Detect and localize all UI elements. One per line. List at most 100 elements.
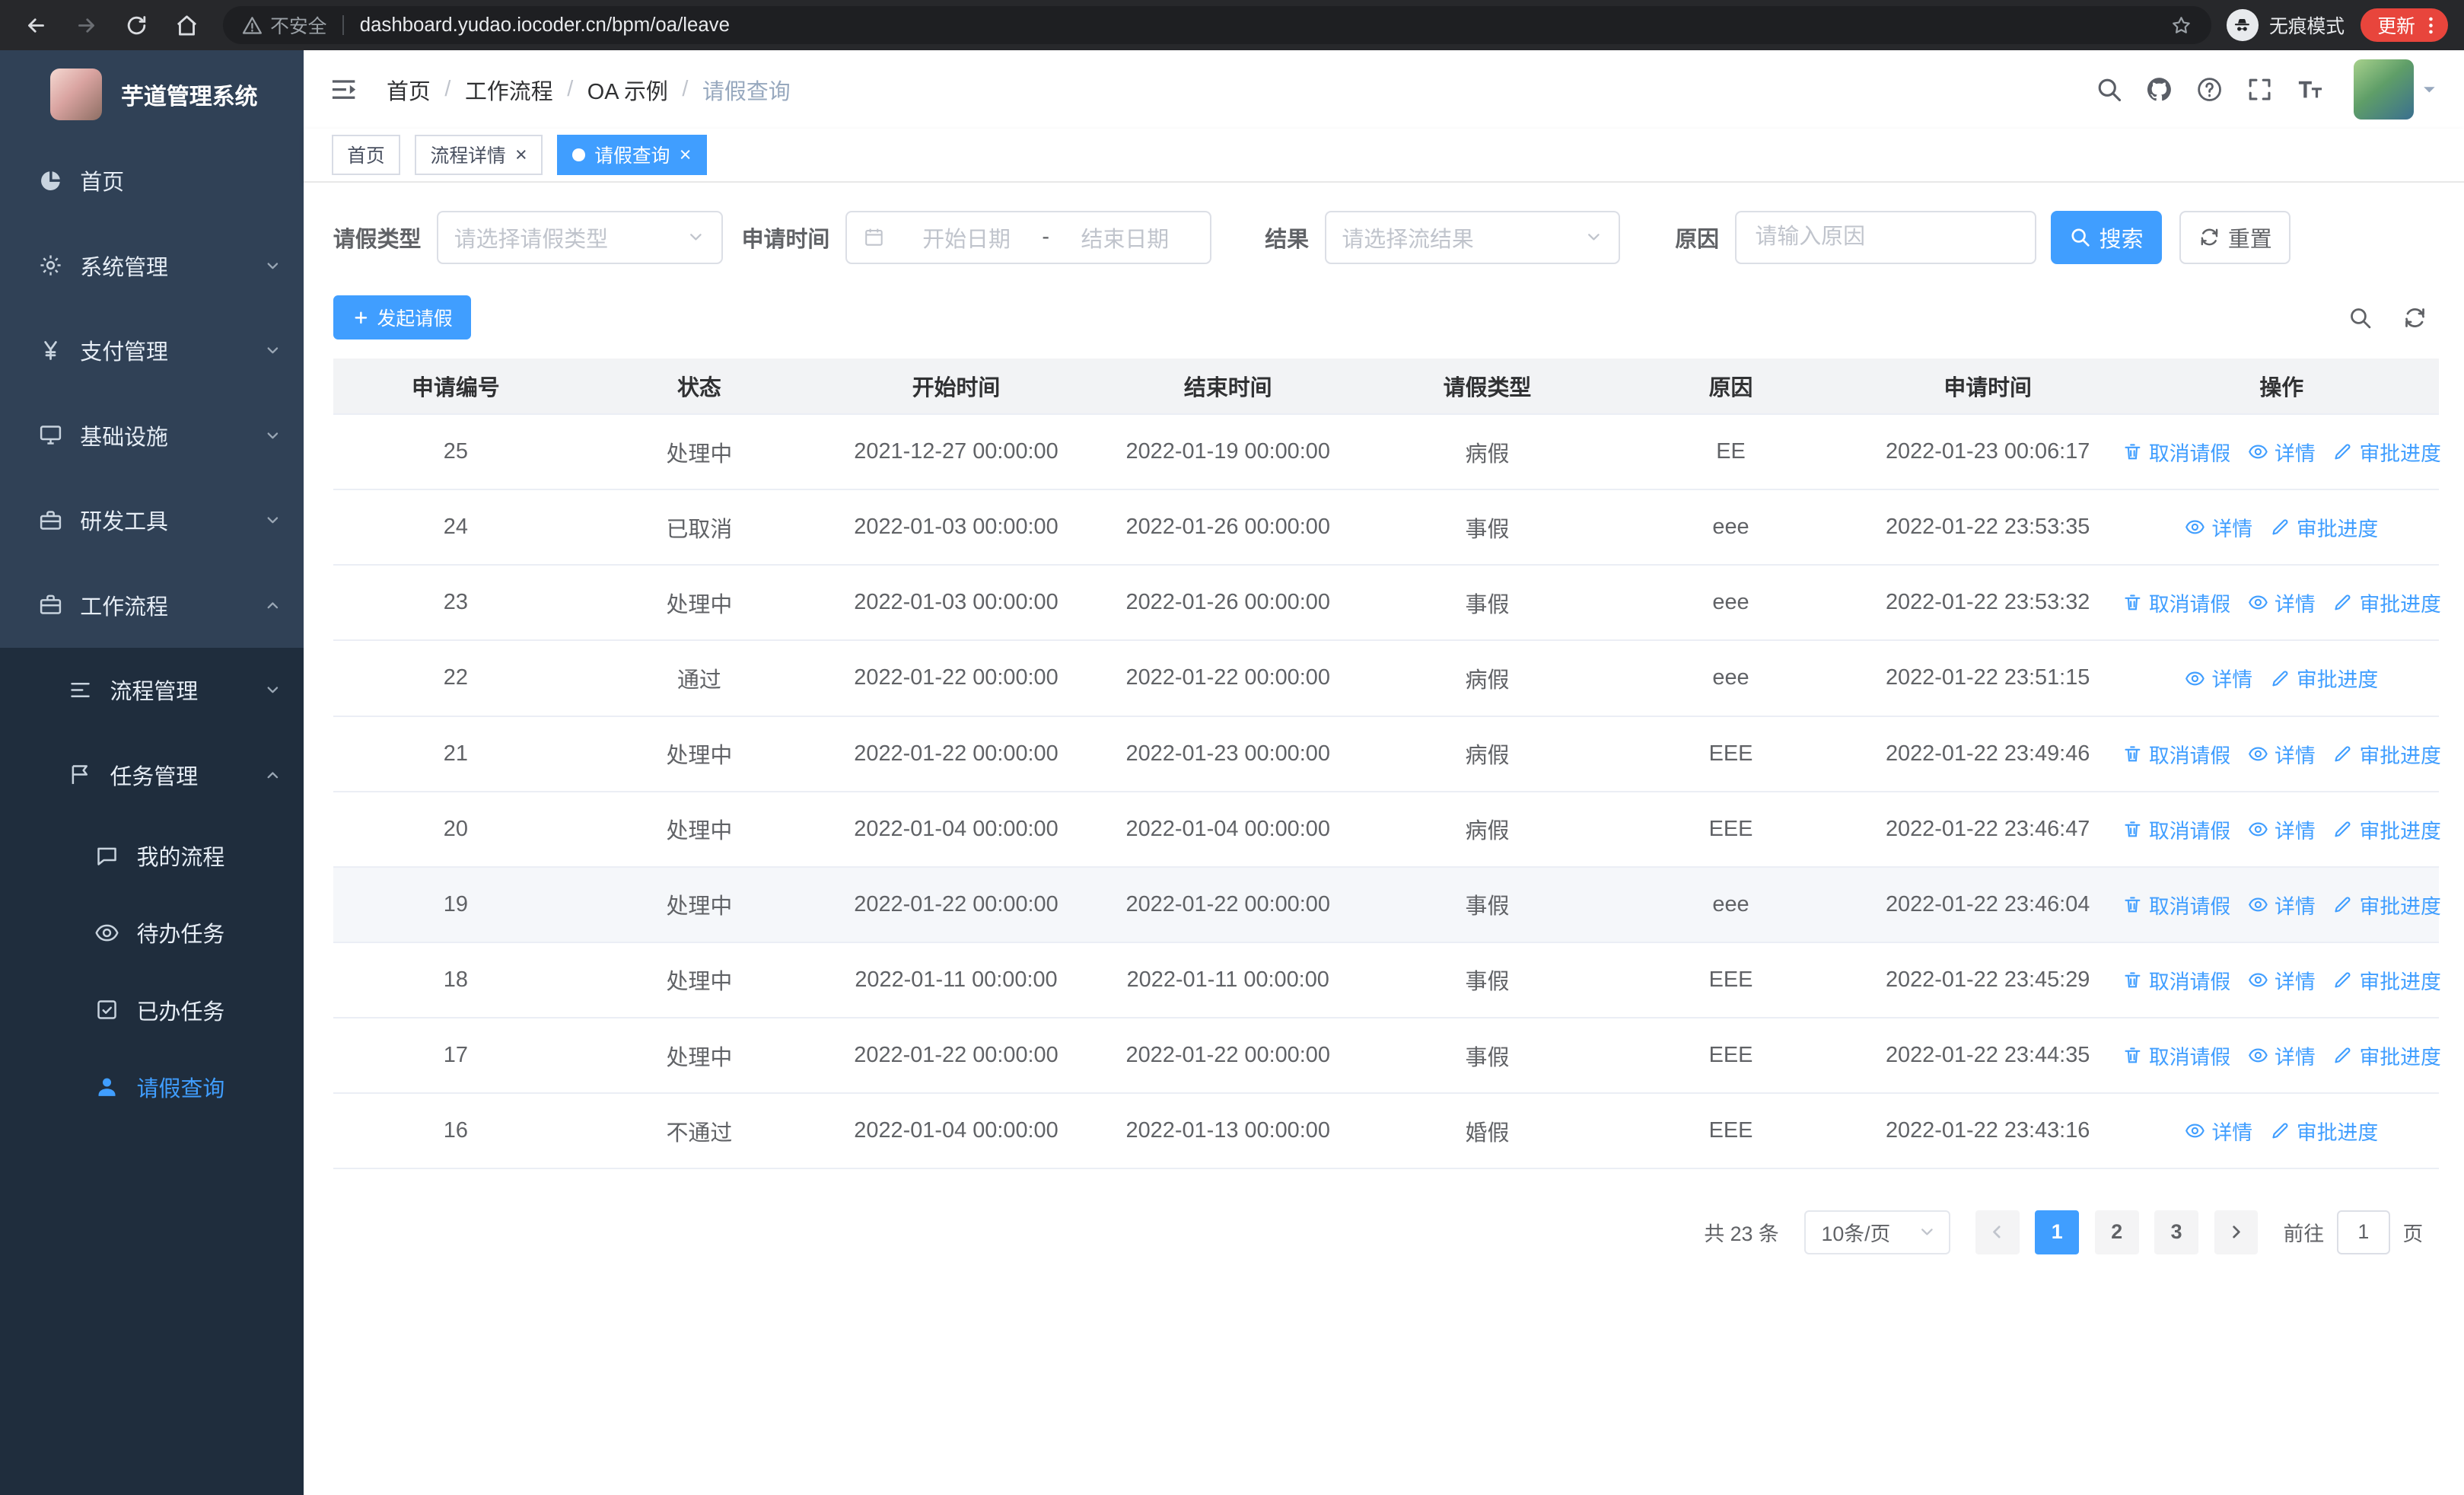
sidebar-item-home[interactable]: 首页 — [0, 139, 304, 224]
cell-actions: 取消请假 详情 审批进度 — [2122, 868, 2441, 942]
create-leave-button[interactable]: 发起请假 — [333, 295, 472, 339]
detail-link[interactable]: 详情 — [2248, 739, 2316, 769]
page-button-2[interactable]: 2 — [2094, 1210, 2139, 1254]
cell-reason: eee — [1712, 891, 1749, 916]
back-button[interactable] — [16, 5, 57, 46]
cancel-leave-link[interactable]: 取消请假 — [2122, 965, 2230, 995]
caret-down-icon[interactable] — [2420, 80, 2439, 99]
cell-end-time: 2022-01-11 00:00:00 — [1126, 967, 1329, 992]
reason-input[interactable] — [1734, 210, 2037, 264]
fullscreen-icon[interactable] — [2234, 50, 2284, 129]
approval-progress-link[interactable]: 审批进度 — [2270, 1116, 2378, 1146]
toggle-search-icon[interactable] — [2348, 305, 2373, 330]
tags-view: 首页 流程详情 × 请假查询 × — [303, 129, 2464, 183]
detail-link[interactable]: 详情 — [2185, 512, 2252, 542]
detail-link[interactable]: 详情 — [2185, 1116, 2252, 1146]
cell-apply-time: 2022-01-22 23:51:15 — [1885, 665, 2090, 690]
browser-menu-icon[interactable] — [2420, 14, 2442, 37]
approval-progress-link[interactable]: 审批进度 — [2332, 437, 2441, 467]
detail-link[interactable]: 详情 — [2185, 663, 2252, 693]
cancel-leave-link[interactable]: 取消请假 — [2122, 588, 2230, 617]
table-row: 24 已取消 2022-01-03 00:00:00 2022-01-26 00… — [333, 490, 2439, 566]
sidebar-item-leave-query[interactable]: 请假查询 — [0, 1048, 304, 1125]
sidebar-item-process-management[interactable]: 流程管理 — [0, 648, 304, 733]
leave-type-select[interactable]: 请选择请假类型 — [437, 210, 723, 264]
breadcrumb-item[interactable]: OA 示例 — [587, 74, 668, 106]
cancel-leave-link[interactable]: 取消请假 — [2122, 739, 2230, 769]
address-bar[interactable]: 不安全 dashboard.yudao.iocoder.cn/bpm/oa/le… — [223, 6, 2211, 44]
update-button[interactable]: 更新 — [2360, 8, 2449, 42]
approval-progress-link[interactable]: 审批进度 — [2270, 663, 2378, 693]
sidebar-item-workflow[interactable]: 工作流程 — [0, 563, 304, 648]
detail-link[interactable]: 详情 — [2248, 814, 2316, 844]
pen-icon — [2332, 592, 2353, 613]
approval-progress-link[interactable]: 审批进度 — [2332, 890, 2441, 920]
sidebar-collapse-icon[interactable] — [329, 75, 358, 104]
home-button[interactable] — [167, 5, 208, 46]
action-label: 详情 — [2275, 442, 2316, 466]
date-range-picker[interactable]: 开始日期 - 结束日期 — [845, 210, 1212, 264]
detail-link[interactable]: 详情 — [2248, 890, 2316, 920]
sidebar-item-my-process[interactable]: 我的流程 — [0, 818, 304, 894]
help-icon[interactable] — [2184, 50, 2234, 129]
detail-link[interactable]: 详情 — [2248, 1041, 2316, 1070]
sidebar-item-todo-tasks[interactable]: 待办任务 — [0, 894, 304, 971]
active-dot — [572, 148, 585, 161]
url-text[interactable]: dashboard.yudao.iocoder.cn/bpm/oa/leave — [360, 14, 730, 37]
sidebar-item-system[interactable]: 系统管理 — [0, 223, 304, 308]
search-icon[interactable] — [2084, 50, 2134, 129]
cancel-leave-link[interactable]: 取消请假 — [2122, 890, 2230, 920]
cancel-leave-link[interactable]: 取消请假 — [2122, 1041, 2230, 1070]
result-select[interactable]: 请选择流结果 — [1324, 210, 1620, 264]
prev-page-button[interactable] — [1975, 1210, 2020, 1254]
pen-icon — [2270, 668, 2291, 689]
page-button-1[interactable]: 1 — [2035, 1210, 2080, 1254]
sidebar-item-done-tasks[interactable]: 已办任务 — [0, 971, 304, 1048]
detail-link[interactable]: 详情 — [2248, 437, 2316, 467]
page-button-3[interactable]: 3 — [2154, 1210, 2199, 1254]
font-size-icon[interactable] — [2285, 50, 2335, 129]
tab-home[interactable]: 首页 — [331, 134, 401, 176]
forward-button[interactable] — [66, 5, 107, 46]
approval-progress-link[interactable]: 审批进度 — [2332, 965, 2441, 995]
cell-reason: EEE — [1708, 967, 1753, 992]
security-label[interactable]: 不安全 — [270, 11, 326, 39]
page-size-select[interactable]: 10条/页 — [1803, 1210, 1950, 1254]
cancel-leave-link[interactable]: 取消请假 — [2122, 437, 2230, 467]
tab-process-detail[interactable]: 流程详情 × — [414, 134, 543, 176]
sidebar-item-dev-tools[interactable]: 研发工具 — [0, 478, 304, 563]
start-date-placeholder[interactable]: 开始日期 — [897, 222, 1036, 253]
approval-progress-link[interactable]: 审批进度 — [2332, 739, 2441, 769]
approval-progress-link[interactable]: 审批进度 — [2270, 512, 2378, 542]
detail-link[interactable]: 详情 — [2248, 588, 2316, 617]
chevron-up-icon — [264, 597, 282, 614]
end-date-placeholder[interactable]: 结束日期 — [1055, 222, 1194, 253]
next-page-button[interactable] — [2214, 1210, 2259, 1254]
reload-button[interactable] — [116, 5, 158, 46]
search-button[interactable]: 搜索 — [2050, 210, 2163, 264]
approval-progress-link[interactable]: 审批进度 — [2332, 814, 2441, 844]
close-icon[interactable]: × — [680, 145, 692, 165]
github-icon[interactable] — [2134, 50, 2184, 129]
jumper-input[interactable] — [2336, 1210, 2390, 1254]
action-label: 审批进度 — [2359, 744, 2441, 767]
reset-button[interactable]: 重置 — [2179, 210, 2291, 264]
breadcrumb-item[interactable]: 首页 — [387, 74, 431, 106]
sidebar-item-task-management[interactable]: 任务管理 — [0, 732, 304, 818]
close-icon[interactable]: × — [515, 145, 527, 165]
detail-link[interactable]: 详情 — [2248, 965, 2316, 995]
approval-progress-link[interactable]: 审批进度 — [2332, 1041, 2441, 1070]
cell-apply-time: 2022-01-22 23:46:47 — [1885, 816, 2090, 841]
sidebar-item-infrastructure[interactable]: 基础设施 — [0, 393, 304, 478]
sidebar-item-payment[interactable]: 支付管理 — [0, 308, 304, 394]
select-placeholder: 请选择请假类型 — [454, 227, 609, 252]
approval-progress-link[interactable]: 审批进度 — [2332, 588, 2441, 617]
tab-leave-query[interactable]: 请假查询 × — [556, 134, 707, 176]
action-label: 取消请假 — [2148, 744, 2231, 767]
pen-icon — [2332, 744, 2353, 764]
refresh-icon[interactable] — [2402, 305, 2427, 330]
breadcrumb-item[interactable]: 工作流程 — [465, 74, 553, 106]
cancel-leave-link[interactable]: 取消请假 — [2122, 814, 2230, 844]
user-avatar[interactable] — [2354, 59, 2414, 120]
bookmark-star-icon[interactable] — [2170, 14, 2192, 37]
